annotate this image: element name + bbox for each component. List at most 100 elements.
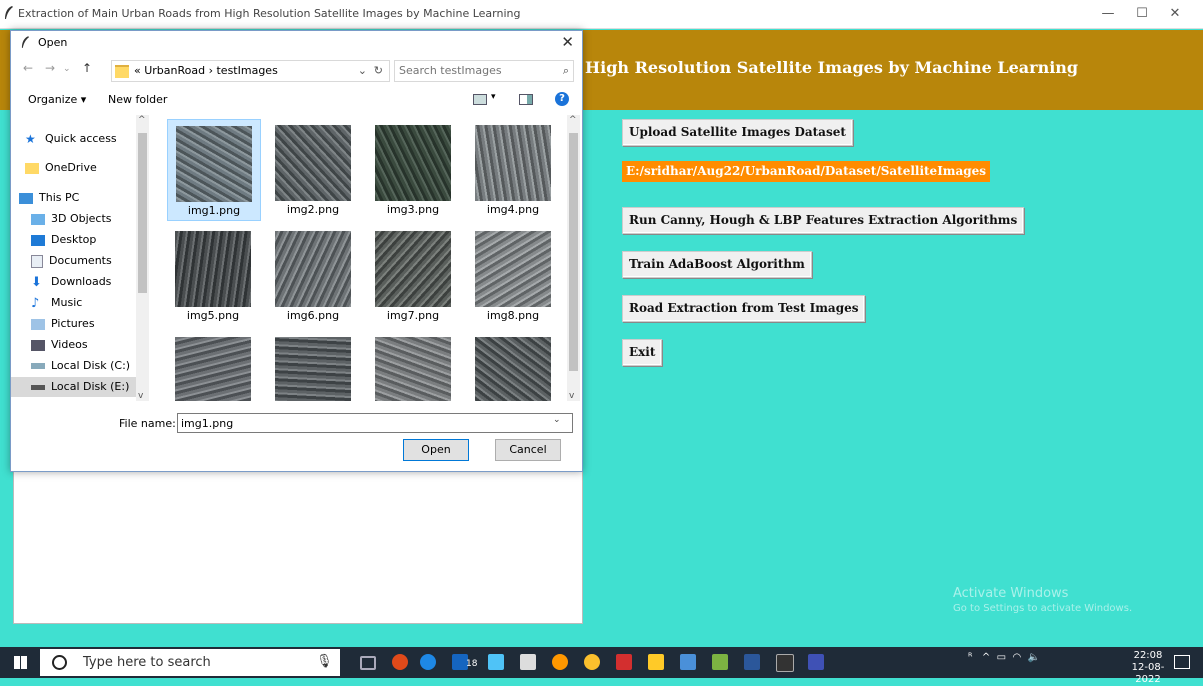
nav-item-music[interactable]: ♪ Music <box>31 293 82 313</box>
open-button[interactable]: Open <box>403 439 469 461</box>
preview-pane-icon[interactable] <box>519 94 533 105</box>
pdf-icon[interactable] <box>616 654 632 670</box>
file-tile[interactable]: img2.png <box>267 119 359 219</box>
search-input[interactable] <box>399 62 544 78</box>
back-arrow-icon[interactable]: ← <box>23 61 33 75</box>
new-folder-button[interactable]: New folder <box>108 93 167 106</box>
scrollbar-thumb[interactable] <box>569 133 578 371</box>
chevron-up-icon[interactable]: ^ <box>982 652 990 663</box>
edge-icon[interactable] <box>420 654 436 670</box>
address-bar[interactable]: « UrbanRoad › testImages ⌄ ↻ <box>111 60 390 82</box>
up-arrow-icon[interactable]: ↑ <box>82 61 92 75</box>
address-dropdown-icon[interactable]: ⌄ <box>358 61 367 81</box>
file-name: img8.png <box>486 309 540 322</box>
file-explorer-icon[interactable] <box>648 654 664 670</box>
refresh-icon[interactable]: ↻ <box>374 61 383 81</box>
image-thumbnail <box>175 337 251 401</box>
document-icon <box>31 254 43 268</box>
file-name-input[interactable] <box>177 413 573 433</box>
wifi-icon[interactable]: ◠ <box>1012 652 1021 663</box>
view-options-icon[interactable] <box>473 94 487 105</box>
windows-start-icon[interactable] <box>14 656 27 669</box>
file-tile[interactable]: img8.png <box>467 225 559 325</box>
file-tile[interactable]: img5.png <box>167 225 259 325</box>
output-text-area[interactable] <box>13 470 583 624</box>
dialog-close-button[interactable]: ✕ <box>561 33 574 51</box>
train-adaboost-button[interactable]: Train AdaBoost Algorithm <box>622 251 812 278</box>
scroll-down-icon[interactable]: v <box>138 391 143 401</box>
chrome-icon[interactable] <box>584 654 600 670</box>
exit-button[interactable]: Exit <box>622 339 663 366</box>
file-name-dropdown-icon[interactable]: ⌄ <box>553 415 561 425</box>
microphone-icon[interactable]: 🎙 <box>316 654 333 669</box>
paint-icon[interactable] <box>712 654 728 670</box>
nav-item-downloads[interactable]: ⬇ Downloads <box>31 272 111 292</box>
nav-item-3d-objects[interactable]: 3D Objects <box>31 209 112 229</box>
file-tile[interactable]: img6.png <box>267 225 359 325</box>
search-box[interactable]: ⌕ <box>394 60 574 82</box>
system-tray[interactable]: ᴿ ^ ▭ ◠ 🔈 <box>968 652 1040 663</box>
nav-item-onedrive[interactable]: OneDrive <box>25 158 97 178</box>
scroll-down-icon[interactable]: v <box>569 391 574 401</box>
image-thumbnail <box>275 337 351 401</box>
file-list-pane: img1.png img2.png img3.png img4.png img5.png… <box>151 115 567 401</box>
app-icon[interactable] <box>552 654 568 670</box>
python-app-icon[interactable] <box>808 654 824 670</box>
battery-icon[interactable]: ▭ <box>997 652 1006 663</box>
image-thumbnail <box>275 231 351 307</box>
word-icon[interactable] <box>744 654 760 670</box>
open-file-dialog: Open ✕ ← → ⌄ ↑ « UrbanRoad › testImages … <box>10 30 583 472</box>
nav-item-local-disk-e[interactable]: Local Disk (E:) <box>11 377 136 397</box>
volume-icon[interactable]: 🔈 <box>1028 652 1040 663</box>
file-tile[interactable] <box>267 331 359 401</box>
file-tile[interactable]: img1.png <box>167 119 261 221</box>
nav-item-this-pc[interactable]: This PC <box>19 188 79 208</box>
python-icon[interactable] <box>680 654 696 670</box>
download-icon: ⬇ <box>31 274 42 290</box>
maximize-button[interactable]: ☐ <box>1127 5 1157 23</box>
nav-item-pictures[interactable]: Pictures <box>31 314 95 334</box>
navigation-pane: ★ Quick access OneDrive This PC 3D Object… <box>11 115 149 401</box>
road-extraction-button[interactable]: Road Extraction from Test Images <box>622 295 866 322</box>
file-name: img1.png <box>187 204 241 217</box>
file-tile[interactable]: img7.png <box>367 225 459 325</box>
feature-extraction-button[interactable]: Run Canny, Hough & LBP Features Extracti… <box>622 207 1025 234</box>
people-icon[interactable]: ᴿ <box>968 652 972 663</box>
scroll-up-icon[interactable]: ^ <box>569 115 577 125</box>
task-view-icon[interactable] <box>360 656 376 670</box>
scrollbar-thumb[interactable] <box>138 133 147 293</box>
video-icon <box>31 339 45 351</box>
taskbar: Type here to search 🎙 18 ᴿ ^ ▭ ◠ 🔈 22:08… <box>0 647 1203 685</box>
nav-pane-scrollbar[interactable]: ^ v <box>136 115 149 401</box>
nav-item-local-disk-c[interactable]: Local Disk (C:) <box>31 356 130 376</box>
file-tile[interactable]: img4.png <box>467 119 559 219</box>
close-window-button[interactable]: ✕ <box>1160 5 1190 23</box>
recent-chevron-icon[interactable]: ⌄ <box>63 64 71 74</box>
app-icon[interactable] <box>488 654 504 670</box>
help-icon[interactable]: ? <box>555 92 569 106</box>
nav-item-videos[interactable]: Videos <box>31 335 88 355</box>
image-thumbnail <box>176 126 252 202</box>
upload-dataset-button[interactable]: Upload Satellite Images Dataset <box>622 119 853 146</box>
forward-arrow-icon[interactable]: → <box>45 61 55 75</box>
file-tile[interactable] <box>167 331 259 401</box>
nav-item-desktop[interactable]: Desktop <box>31 230 96 250</box>
taskbar-search-box[interactable]: Type here to search 🎙 <box>40 649 340 676</box>
file-tile[interactable] <box>467 331 559 401</box>
nav-item-quick-access[interactable]: ★ Quick access <box>25 129 117 149</box>
view-dropdown-icon[interactable]: ▾ <box>491 92 496 102</box>
store-icon[interactable] <box>520 654 536 670</box>
scroll-up-icon[interactable]: ^ <box>138 115 146 125</box>
minimize-button[interactable]: — <box>1093 5 1123 23</box>
file-pane-scrollbar[interactable]: ^ v <box>567 115 580 401</box>
terminal-icon[interactable] <box>776 654 794 672</box>
notification-icon[interactable] <box>1174 655 1190 669</box>
browser-icon[interactable] <box>392 654 408 670</box>
watermark-title: Activate Windows <box>953 586 1069 601</box>
file-tile[interactable]: img3.png <box>367 119 459 219</box>
clock[interactable]: 22:08 12-08-2022 <box>1130 650 1166 686</box>
cancel-button[interactable]: Cancel <box>495 439 561 461</box>
organize-menu[interactable]: Organize ▾ <box>28 93 86 106</box>
nav-item-documents[interactable]: Documents <box>31 251 112 271</box>
file-tile[interactable] <box>367 331 459 401</box>
